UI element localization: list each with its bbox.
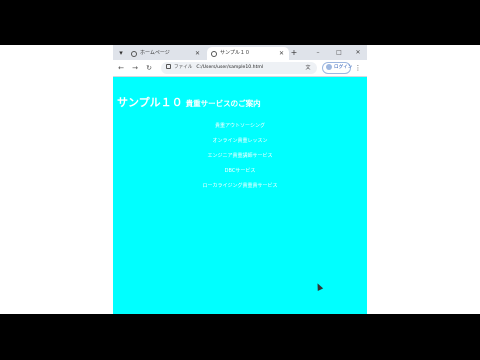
reload-icon[interactable]: ↻ bbox=[144, 63, 154, 73]
tab-search-icon[interactable]: ▾ bbox=[116, 48, 126, 58]
page-title: サンプル１０ 貴重サービスのご案内 bbox=[117, 91, 261, 110]
address-bar[interactable]: ファイル C:/Users/user/sample10.html bbox=[161, 62, 317, 74]
signin-button[interactable]: ログイン bbox=[322, 62, 353, 74]
back-arrow-icon[interactable]: ← bbox=[116, 63, 126, 73]
close-icon[interactable]: ✕ bbox=[195, 47, 200, 60]
file-icon bbox=[166, 64, 171, 69]
avatar bbox=[326, 63, 332, 70]
maximize-button[interactable]: □ bbox=[332, 47, 346, 58]
close-window-button[interactable]: ✕ bbox=[351, 47, 365, 58]
close-icon[interactable]: ✕ bbox=[279, 47, 284, 60]
forward-arrow-icon[interactable]: → bbox=[130, 63, 140, 73]
address-scheme-label: ファイル bbox=[174, 65, 193, 70]
service-list: 貴重アウトソーシング オンライン貴重レッスン エンジニア貴重講師サービス DBC… bbox=[113, 119, 367, 194]
service-item: オンライン貴重レッスン bbox=[212, 138, 268, 144]
address-url[interactable]: C:/Users/user/sample10.html bbox=[196, 65, 263, 70]
globe-icon bbox=[211, 50, 217, 57]
signin-label: ログイン bbox=[334, 65, 353, 70]
tab-home-label: ホームページ bbox=[140, 50, 170, 56]
service-item: 貴重アウトソーシング bbox=[215, 123, 265, 129]
browser-toolbar: ← → ↻ ファイル C:/Users/user/sample10.html 文 … bbox=[113, 60, 367, 77]
page-content: サンプル１０ 貴重サービスのご案内 貴重アウトソーシング オンライン貴重レッスン … bbox=[113, 77, 367, 314]
minimize-button[interactable]: – bbox=[311, 47, 325, 58]
new-tab-button[interactable]: + bbox=[289, 47, 299, 58]
translate-icon[interactable]: 文 bbox=[304, 63, 312, 74]
more-menu-icon[interactable]: ⋮ bbox=[354, 63, 362, 73]
browser-window: ▾ ホームページ ✕ サンプル１０ ✕ + – □ ✕ ← → ↻ ファイル C:… bbox=[113, 45, 367, 314]
screen: ▾ ホームページ ✕ サンプル１０ ✕ + – □ ✕ ← → ↻ ファイル C:… bbox=[0, 45, 480, 314]
tab-sample10[interactable]: サンプル１０ ✕ bbox=[207, 47, 289, 60]
tab-sample10-label: サンプル１０ bbox=[220, 50, 250, 56]
tab-home[interactable]: ホームページ ✕ bbox=[127, 47, 205, 60]
page-title-sub: 貴重サービスのご案内 bbox=[185, 99, 261, 108]
service-item: ローカライジング貴重貴サービス bbox=[202, 183, 278, 189]
tab-bar: ▾ ホームページ ✕ サンプル１０ ✕ + – □ ✕ bbox=[113, 45, 367, 60]
service-item: エンジニア貴重講師サービス bbox=[207, 153, 273, 159]
page-title-main: サンプル１０ bbox=[117, 96, 183, 109]
globe-icon bbox=[131, 50, 137, 57]
service-item: DBCサービス bbox=[224, 168, 256, 174]
